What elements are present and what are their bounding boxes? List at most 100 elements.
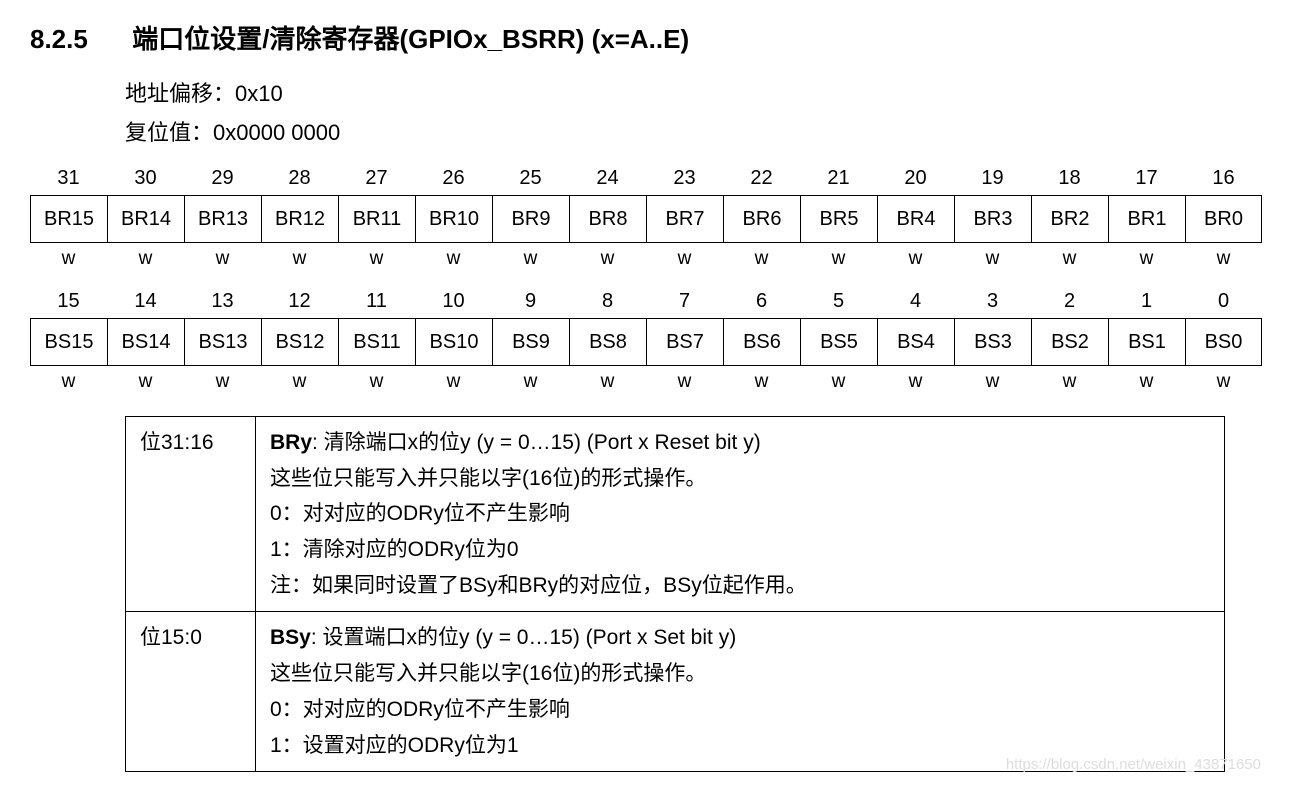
bit-num: 27 (338, 161, 415, 195)
desc-line: 注：如果同时设置了BSy和BRy的对应位，BSy位起作用。 (270, 574, 807, 597)
bit-name: BR7 (646, 195, 723, 243)
bit-access: w (415, 366, 492, 407)
bit-access: w (1031, 243, 1108, 284)
bit-name: BS13 (184, 318, 261, 366)
bit-access-row-high: w w w w w w w w w w w w w w w w (30, 243, 1262, 284)
bit-layout-high: 31 30 29 28 27 26 25 24 23 22 21 20 19 1… (30, 161, 1261, 406)
bit-num: 29 (184, 161, 261, 195)
bit-description: BSy: 设置端口x的位y (y = 0…15) (Port x Set bit… (256, 612, 1225, 772)
bit-access: w (569, 243, 646, 284)
bit-name: BR13 (184, 195, 261, 243)
bit-name: BR5 (800, 195, 877, 243)
bit-name: BS5 (800, 318, 877, 366)
bit-name: BS0 (1185, 318, 1262, 366)
addr-value: 0x10 (235, 81, 283, 106)
bit-num: 21 (800, 161, 877, 195)
bit-access: w (1108, 366, 1185, 407)
bit-access: w (261, 366, 338, 407)
reset-label: 复位值： (125, 120, 213, 145)
bit-name: BR0 (1185, 195, 1262, 243)
desc-line: 这些位只能写入并只能以字(16位)的形式操作。 (270, 662, 706, 685)
bit-name: BR9 (492, 195, 569, 243)
bit-name: BS7 (646, 318, 723, 366)
bit-name: BR4 (877, 195, 954, 243)
bit-access: w (1185, 243, 1262, 284)
bit-num: 31 (30, 161, 107, 195)
bit-access: w (30, 243, 107, 284)
bit-access: w (30, 366, 107, 407)
bit-access: w (877, 366, 954, 407)
bit-access: w (107, 366, 184, 407)
bit-access: w (954, 366, 1031, 407)
bit-access: w (1108, 243, 1185, 284)
bit-num: 8 (569, 284, 646, 318)
bit-access: w (184, 243, 261, 284)
bit-num: 26 (415, 161, 492, 195)
bit-name: BR1 (1108, 195, 1185, 243)
bit-name: BR2 (1031, 195, 1108, 243)
bit-description-table: 位31:16 BRy: 清除端口x的位y (y = 0…15) (Port x … (125, 416, 1225, 772)
bit-access: w (338, 366, 415, 407)
bit-num: 10 (415, 284, 492, 318)
field-title: : 清除端口x的位y (y = 0…15) (Port x Reset bit … (312, 431, 761, 454)
reset-value: 0x0000 0000 (213, 120, 340, 145)
bit-num: 17 (1108, 161, 1185, 195)
bit-num: 3 (954, 284, 1031, 318)
bit-name: BS12 (261, 318, 338, 366)
bit-name: BS1 (1108, 318, 1185, 366)
bit-access: w (492, 243, 569, 284)
bit-num: 13 (184, 284, 261, 318)
bit-access-row-low: w w w w w w w w w w w w w w w w (30, 366, 1262, 407)
bit-name-row-low: BS15 BS14 BS13 BS12 BS11 BS10 BS9 BS8 BS… (30, 318, 1262, 366)
bit-name: BS10 (415, 318, 492, 366)
bit-num: 4 (877, 284, 954, 318)
bit-name: BS8 (569, 318, 646, 366)
bit-name: BS9 (492, 318, 569, 366)
bit-name-row-high: BR15 BR14 BR13 BR12 BR11 BR10 BR9 BR8 BR… (30, 195, 1262, 243)
bit-num: 18 (1031, 161, 1108, 195)
bit-num: 23 (646, 161, 723, 195)
bit-access: w (1185, 366, 1262, 407)
bit-name: BS11 (338, 318, 415, 366)
desc-line: 1：设置对应的ODRy位为1 (270, 734, 519, 757)
address-offset-line: 地址偏移：0x10 (125, 77, 1261, 110)
section-number: 8.2.5 (30, 20, 125, 59)
bit-num: 30 (107, 161, 184, 195)
desc-line: 0：对对应的ODRy位不产生影响 (270, 698, 570, 721)
bit-num: 15 (30, 284, 107, 318)
addr-label: 地址偏移： (125, 81, 235, 106)
bit-access: w (954, 243, 1031, 284)
desc-line: 0：对对应的ODRy位不产生影响 (270, 502, 570, 525)
bit-access: w (800, 366, 877, 407)
field-name: BSy (270, 626, 311, 649)
bit-name: BR15 (30, 195, 107, 243)
bit-access: w (184, 366, 261, 407)
bit-name: BR3 (954, 195, 1031, 243)
bit-name: BR11 (338, 195, 415, 243)
bit-name: BR6 (723, 195, 800, 243)
bit-num: 11 (338, 284, 415, 318)
bit-num: 7 (646, 284, 723, 318)
desc-line: 1：清除对应的ODRy位为0 (270, 538, 519, 561)
bit-num: 2 (1031, 284, 1108, 318)
bit-num: 6 (723, 284, 800, 318)
bit-access: w (723, 243, 800, 284)
field-name: BRy (270, 431, 312, 454)
bit-num: 12 (261, 284, 338, 318)
bit-access: w (492, 366, 569, 407)
bit-name: BR12 (261, 195, 338, 243)
bit-access: w (338, 243, 415, 284)
bit-access: w (569, 366, 646, 407)
section-heading: 8.2.5 端口位设置/清除寄存器(GPIOx_BSRR) (x=A..E) (30, 20, 1261, 59)
bit-num: 20 (877, 161, 954, 195)
bit-num: 1 (1108, 284, 1185, 318)
bit-access: w (415, 243, 492, 284)
bit-number-row-high: 31 30 29 28 27 26 25 24 23 22 21 20 19 1… (30, 161, 1262, 195)
bit-range: 位15:0 (126, 612, 256, 772)
bit-name: BR14 (107, 195, 184, 243)
table-row: 位15:0 BSy: 设置端口x的位y (y = 0…15) (Port x S… (126, 612, 1225, 772)
bit-range: 位31:16 (126, 417, 256, 612)
watermark: https://blog.csdn.net/weixin_43871650 (1006, 754, 1261, 777)
bit-num: 19 (954, 161, 1031, 195)
bit-name: BR10 (415, 195, 492, 243)
